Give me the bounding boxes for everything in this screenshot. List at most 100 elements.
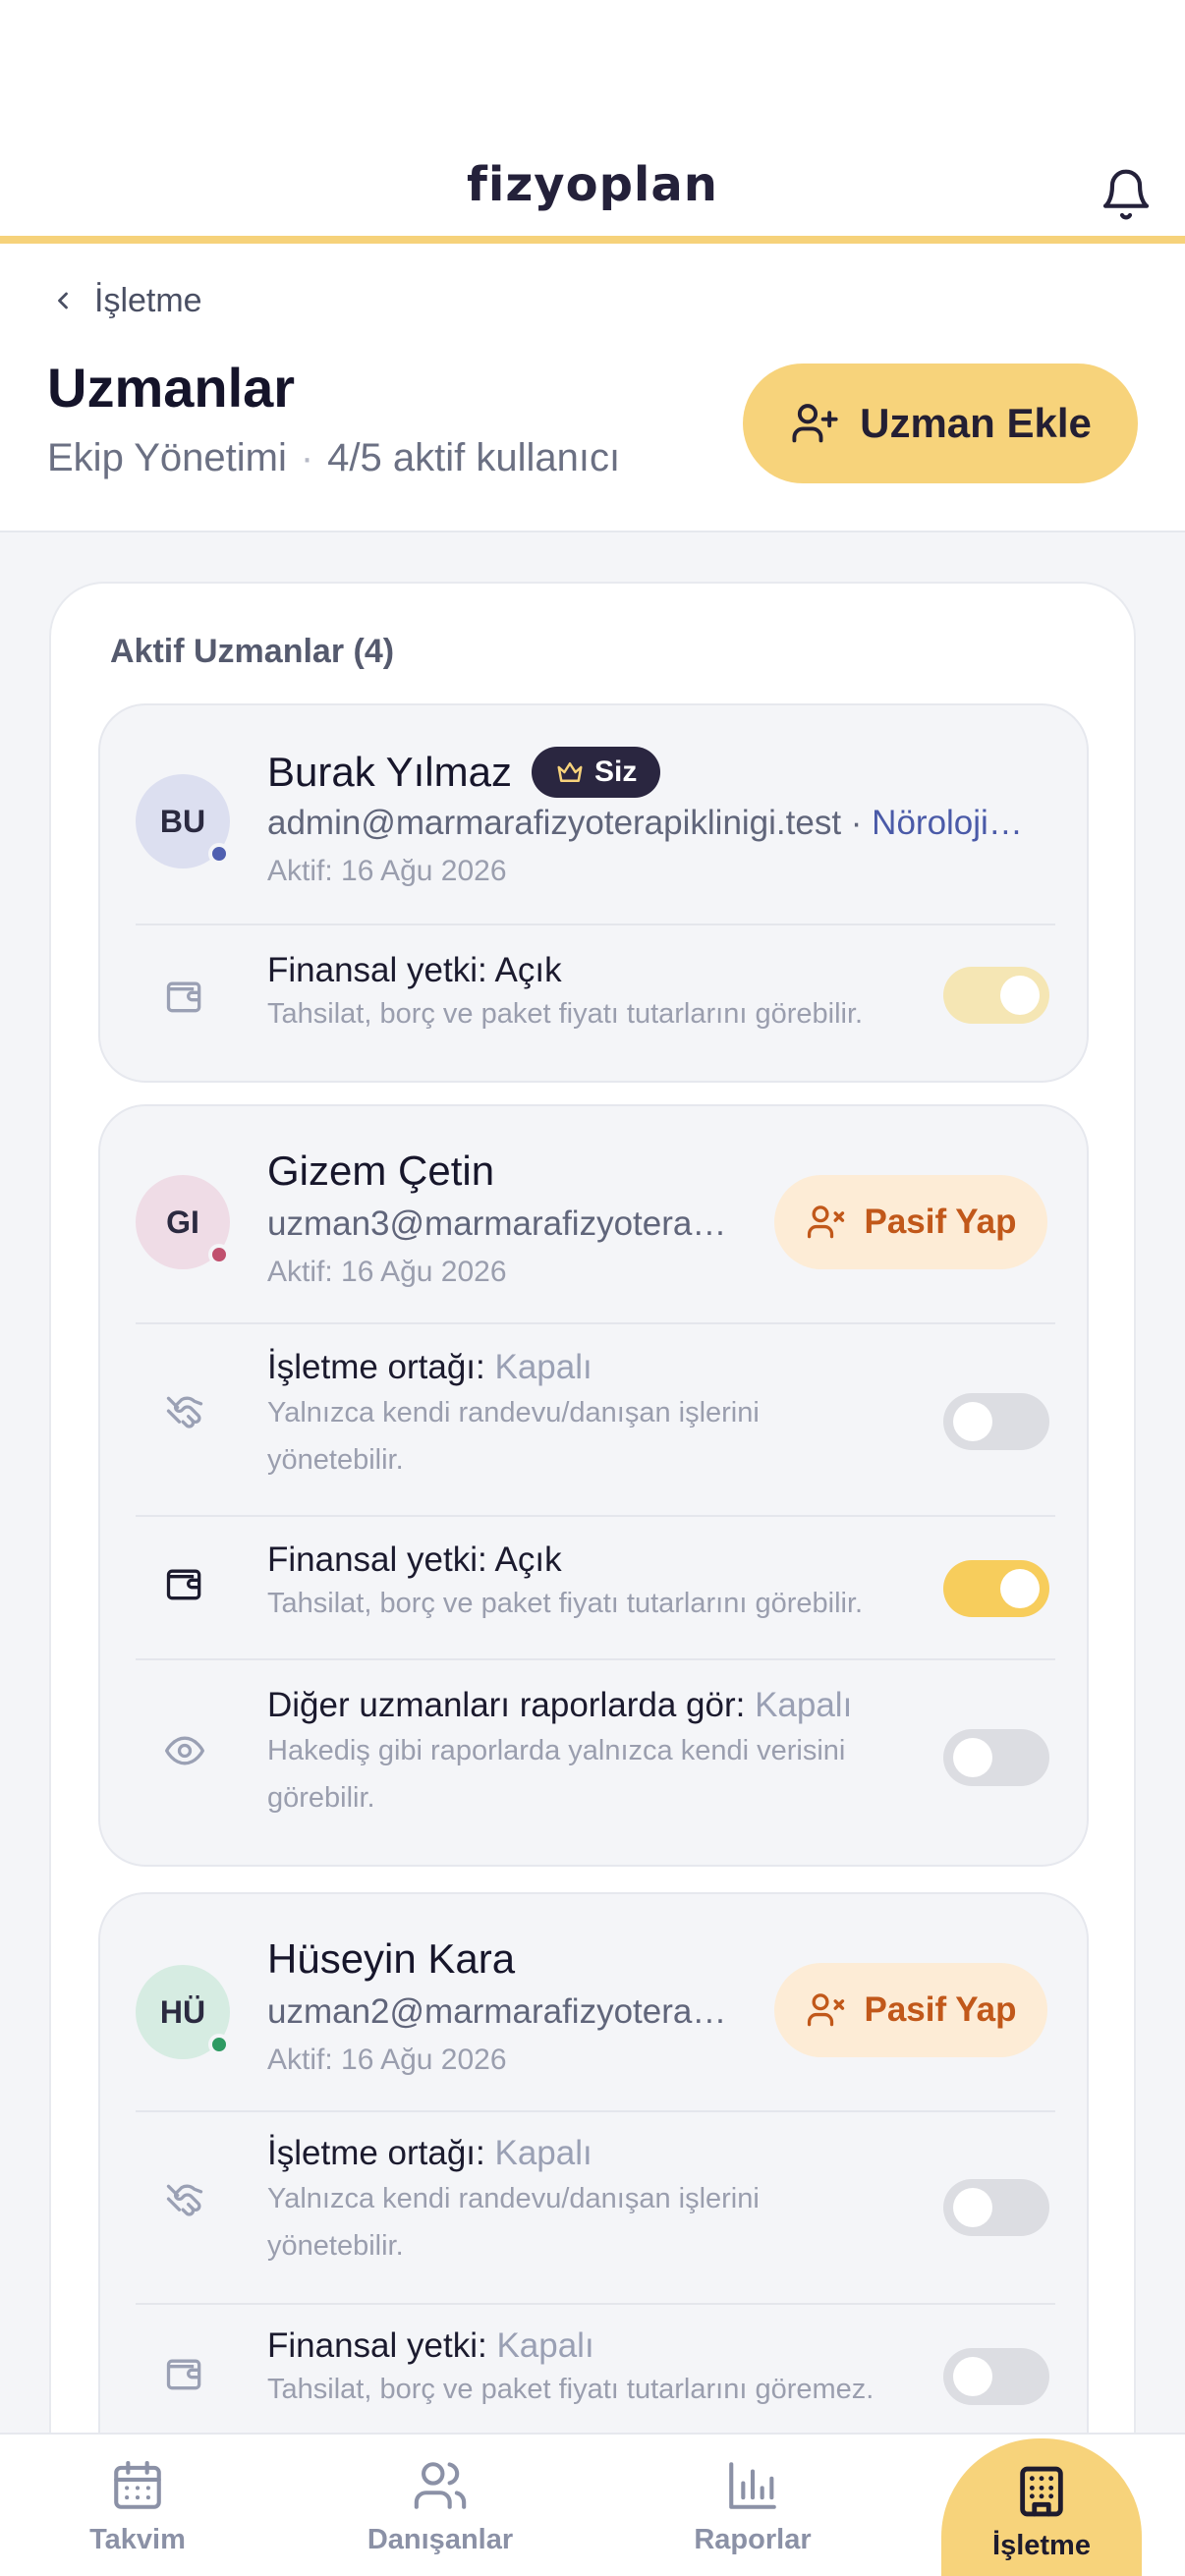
you-badge: Siz [532, 747, 661, 798]
active-experts-card: Aktif Uzmanlar (4) BU Burak Yılmaz Siz a… [49, 582, 1136, 2576]
add-expert-button[interactable]: Uzman Ekle [743, 364, 1138, 483]
user-plus-icon [792, 404, 838, 443]
list-title: Aktif Uzmanlar (4) [110, 633, 395, 670]
divider [136, 1322, 1055, 1324]
divider [136, 2110, 1055, 2112]
avatar: BU [136, 774, 230, 868]
user-active-date: Aktif: 16 Ağu 2026 [267, 855, 507, 887]
finance-toggle[interactable] [943, 967, 1049, 1024]
toggle-knob [1000, 1569, 1040, 1608]
divider [136, 924, 1055, 925]
perm-title: Finansal yetki: Açık [267, 1540, 562, 1579]
perm-title: Diğer uzmanları raporlarda gör: Kapalı [267, 1686, 852, 1725]
avatar: HÜ [136, 1965, 230, 2059]
nav-item-clients[interactable]: Danışanlar [312, 2435, 568, 2576]
building-icon [1020, 2466, 1063, 2516]
nav-item-reports[interactable]: Raporlar [625, 2435, 880, 2576]
user-active-date: Aktif: 16 Ağu 2026 [267, 2044, 507, 2076]
bar-chart-icon [729, 2461, 776, 2509]
you-badge-label: Siz [594, 756, 638, 788]
perm-title-label: İşletme ortağı: [267, 1348, 495, 1386]
divider [136, 1658, 1055, 1660]
nav-label: İşletme [992, 2529, 1091, 2561]
perm-state: Kapalı [494, 2134, 592, 2172]
subtitle-active-count: 4/5 aktif kullanıcı [327, 436, 621, 479]
eye-icon [165, 1736, 204, 1765]
finance-toggle[interactable] [943, 1560, 1049, 1617]
partner-toggle[interactable] [943, 1393, 1049, 1450]
perm-title: İşletme ortağı: Kapalı [267, 2134, 592, 2173]
avatar: GI [136, 1175, 230, 1269]
perm-desc: Hakediş gibi raporlarda yalnızca kendi v… [267, 1735, 846, 1814]
divider [136, 1515, 1055, 1517]
handshake-icon [166, 1396, 203, 1428]
user-email-address: admin@marmarafizyoterapiklinigi.test [267, 804, 842, 842]
users-icon [414, 2461, 467, 2509]
user-name: Burak Yılmaz [267, 749, 512, 795]
user-active-date: Aktif: 16 Ağu 2026 [267, 1256, 507, 1288]
partner-toggle[interactable] [943, 2179, 1049, 2236]
perm-desc: Tahsilat, borç ve paket fiyatı tutarları… [267, 998, 864, 1030]
page-title: Uzmanlar [47, 357, 296, 419]
add-expert-label: Uzman Ekle [860, 400, 1092, 446]
toggle-knob [953, 1738, 992, 1777]
page-subtitle: Ekip Yönetimi · 4/5 aktif kullanıcı [47, 436, 620, 480]
user-x-icon [808, 1993, 845, 2027]
calendar-icon [114, 2460, 161, 2509]
perm-state: Kapalı [755, 1686, 853, 1724]
status-dot [208, 1244, 230, 1265]
user-email: admin@marmarafizyoterapiklinigi.test · N… [267, 804, 1053, 843]
top-bar: fizyoplan [0, 0, 1185, 244]
finance-toggle[interactable] [943, 2348, 1049, 2405]
email-separator: · [841, 804, 873, 842]
avatar-initials: BU [159, 803, 206, 839]
status-dot [208, 2034, 230, 2055]
separator-dot: · [300, 436, 314, 479]
nav-item-calendar[interactable]: Takvim [10, 2435, 265, 2576]
perm-desc: Tahsilat, borç ve paket fiyatı tutarları… [267, 1588, 864, 1619]
perm-desc: Yalnızca kendi randevu/danışan işlerini … [267, 2183, 760, 2262]
deactivate-label: Pasif Yap [864, 1990, 1017, 2029]
wallet-icon [166, 1569, 201, 1600]
perm-title: Finansal yetki: Açık [267, 951, 562, 989]
user-card: BU Burak Yılmaz Siz admin@marmarafizyote… [98, 703, 1089, 1083]
user-specialty: Nöroloji… [872, 804, 1023, 842]
bottom-nav: Takvim Danışanlar Raporlar İşletme [0, 2433, 1185, 2576]
perm-title-label: İşletme ortağı: [267, 2134, 495, 2172]
nav-label: Raporlar [694, 2523, 812, 2555]
avatar-initials: HÜ [159, 1993, 206, 2030]
reports-toggle[interactable] [943, 1729, 1049, 1786]
toggle-knob [953, 2188, 992, 2227]
user-x-icon [808, 1205, 845, 1239]
nav-item-business[interactable]: İşletme [941, 2438, 1142, 2576]
toggle-knob [1000, 976, 1040, 1015]
back-link[interactable]: İşletme [49, 277, 202, 324]
user-name: Gizem Çetin [267, 1148, 495, 1194]
perm-state: Kapalı [494, 1348, 592, 1386]
deactivate-button[interactable]: Pasif Yap [774, 1175, 1047, 1269]
perm-state: Kapalı [496, 2326, 594, 2365]
app-logo: fizyoplan [467, 157, 718, 212]
nav-label: Danışanlar [367, 2523, 514, 2555]
user-email: uzman2@marmarafizyotera… [267, 1992, 727, 2031]
status-dot [208, 843, 230, 865]
perm-title: İşletme ortağı: Kapalı [267, 1348, 592, 1387]
perm-desc: Yalnızca kendi randevu/danışan işlerini … [267, 1397, 760, 1476]
nav-label: Takvim [89, 2523, 186, 2555]
perm-title: Finansal yetki: Kapalı [267, 2326, 594, 2366]
chevron-left-icon [58, 292, 68, 309]
avatar-initials: GI [166, 1204, 199, 1240]
perm-title-label: Diğer uzmanları raporlarda gör: [267, 1686, 756, 1724]
notifications-bell-icon[interactable] [1099, 165, 1154, 224]
back-label: İşletme [94, 281, 202, 319]
deactivate-label: Pasif Yap [864, 1203, 1017, 1241]
deactivate-button[interactable]: Pasif Yap [774, 1963, 1047, 2057]
crown-icon [557, 762, 583, 782]
handshake-icon [166, 2184, 203, 2216]
divider [136, 2303, 1055, 2305]
page-header: İşletme Uzmanlar Ekip Yönetimi · 4/5 aktif… [0, 244, 1185, 532]
toggle-knob [953, 1402, 992, 1441]
toggle-knob [953, 2357, 992, 2396]
wallet-icon [166, 981, 201, 1013]
user-card: GI Gizem Çetin uzman3@marmarafizyotera… … [98, 1104, 1089, 1867]
